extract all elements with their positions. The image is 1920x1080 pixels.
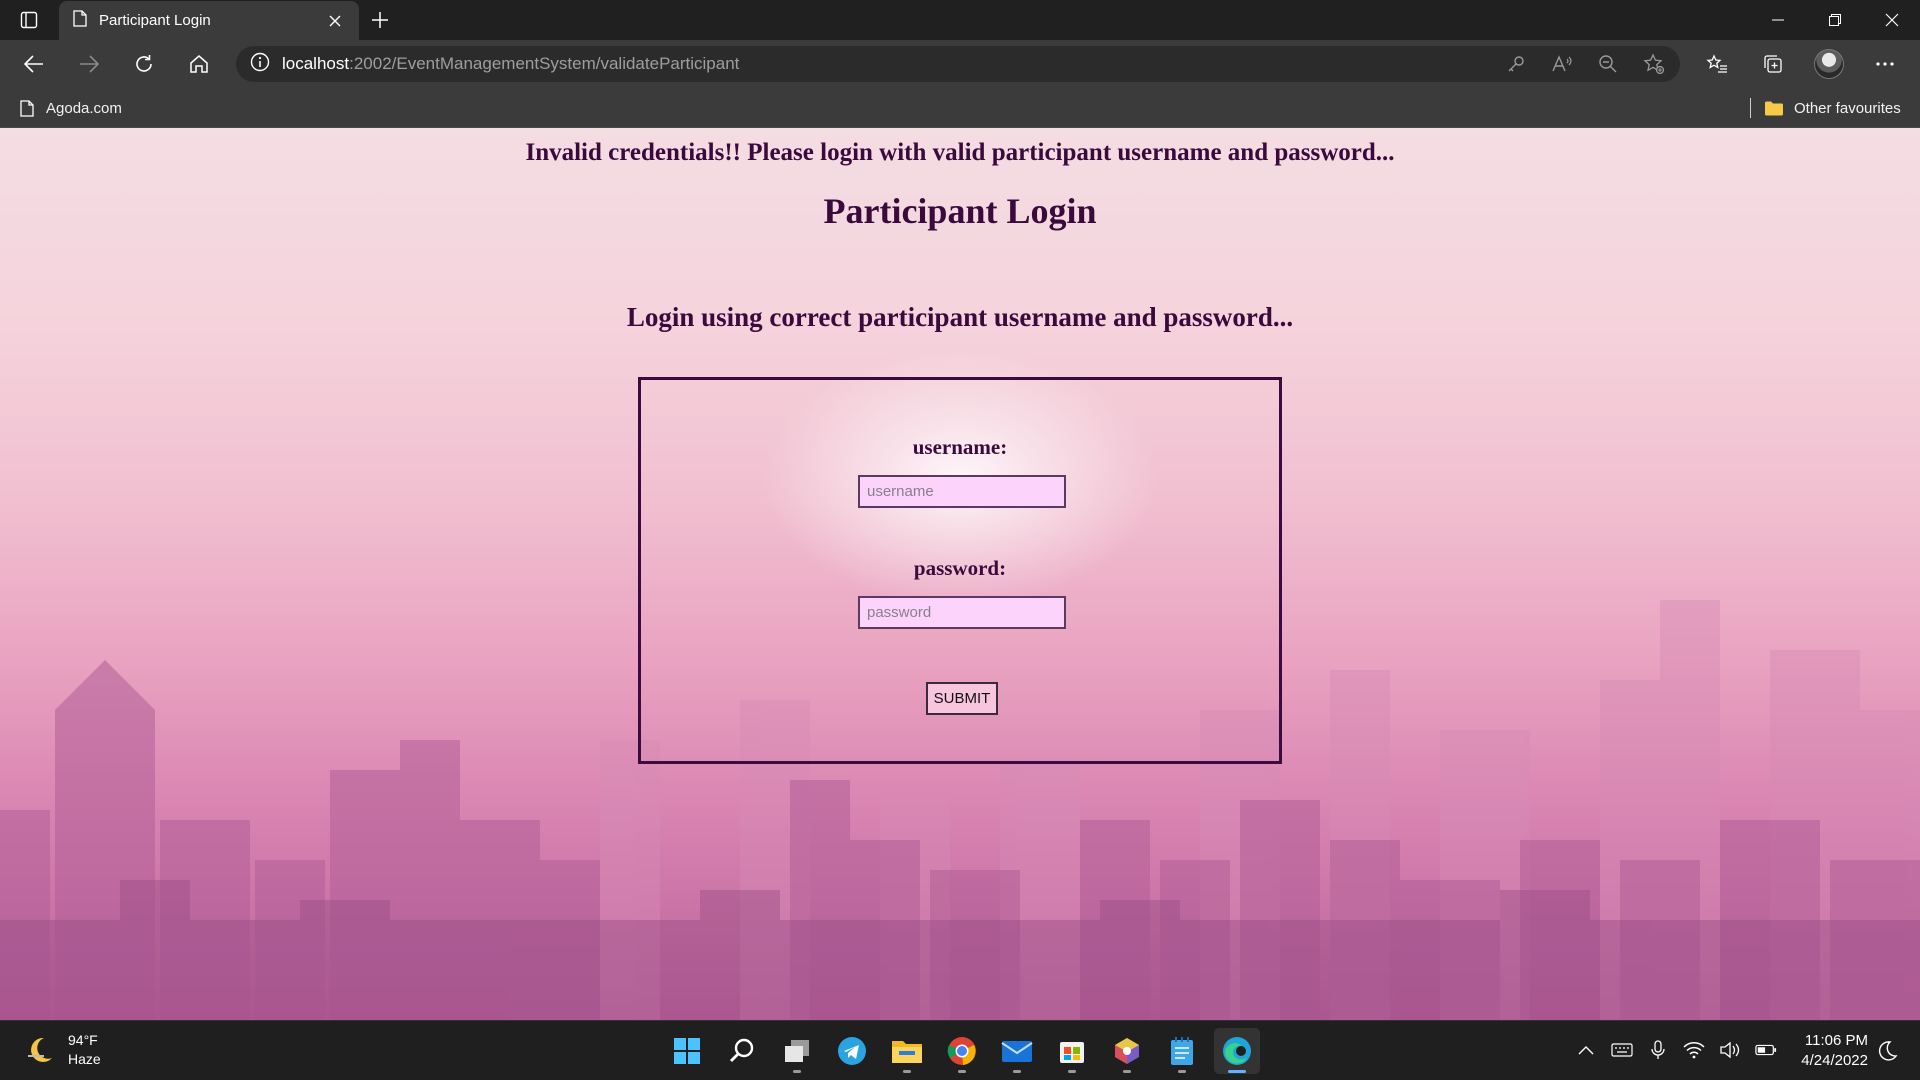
favourite-agoda[interactable]: Agoda.com — [20, 96, 122, 120]
active-tab[interactable]: Participant Login — [59, 1, 359, 40]
browser-titlebar: Participant Login — [0, 0, 1920, 40]
url-path: :2002/EventManagementSystem/validatePart… — [349, 54, 740, 73]
edge-icon[interactable] — [1214, 1028, 1260, 1074]
system-clock[interactable]: 11:06 PM 4/24/2022 — [1790, 1031, 1868, 1071]
other-favourites[interactable]: Other favourites — [1764, 96, 1901, 120]
windows-taskbar: 94°F Haze 11:06 PM 4/24/2022 — [0, 1020, 1920, 1080]
login-instruction: Login using correct participant username… — [626, 302, 1294, 332]
taskbar-apps — [664, 1028, 1260, 1074]
favourites-list-icon[interactable] — [1694, 48, 1740, 80]
back-arrow-icon[interactable] — [16, 48, 52, 80]
url-text[interactable]: localhost:2002/EventManagementSystem/val… — [282, 54, 739, 74]
start-icon[interactable] — [664, 1028, 710, 1074]
login-page: Invalid credentials!! Please login with … — [0, 128, 1920, 1020]
battery-icon[interactable] — [1755, 1039, 1777, 1061]
task-view-icon[interactable] — [774, 1028, 820, 1074]
moon-icon — [28, 1037, 52, 1062]
read-aloud-icon[interactable] — [1546, 50, 1578, 78]
login-form: username: password: SUBMIT — [638, 377, 1282, 764]
chevron-up-icon[interactable] — [1575, 1039, 1597, 1061]
submit-button[interactable]: SUBMIT — [926, 682, 998, 715]
mail-icon[interactable] — [994, 1028, 1040, 1074]
restore-icon[interactable] — [1806, 0, 1863, 40]
store-icon[interactable] — [1049, 1028, 1095, 1074]
microphone-icon[interactable] — [1647, 1039, 1669, 1061]
page-icon — [73, 9, 87, 32]
address-bar[interactable]: localhost:2002/EventManagementSystem/val… — [236, 46, 1680, 82]
username-label: username: — [912, 435, 1008, 459]
favourite-label: Agoda.com — [46, 99, 122, 117]
add-favourite-star-icon[interactable] — [1638, 50, 1670, 78]
collections-icon[interactable] — [1750, 48, 1796, 80]
weather-desc: Haze — [68, 1051, 101, 1067]
zoom-out-icon[interactable] — [1592, 50, 1624, 78]
clock-date: 4/24/2022 — [1801, 1052, 1868, 1069]
telegram-icon[interactable] — [829, 1028, 875, 1074]
wifi-icon[interactable] — [1683, 1039, 1705, 1061]
weather-widget[interactable]: 94°F Haze — [24, 1031, 101, 1069]
focus-assist-moon-icon[interactable] — [1876, 1040, 1898, 1062]
tab-title: Participant Login — [99, 12, 211, 29]
volume-icon[interactable] — [1719, 1039, 1741, 1061]
error-message: Invalid credentials!! Please login with … — [525, 139, 1395, 166]
forward-arrow-icon[interactable] — [71, 48, 107, 80]
folder-icon — [1765, 101, 1783, 116]
close-window-icon[interactable] — [1863, 0, 1920, 40]
other-favourites-label: Other favourites — [1794, 99, 1901, 117]
notepad-icon[interactable] — [1159, 1028, 1205, 1074]
search-icon[interactable] — [719, 1028, 765, 1074]
browser-toolbar: localhost:2002/EventManagementSystem/val… — [0, 40, 1920, 88]
file-explorer-icon[interactable] — [884, 1028, 930, 1074]
page-icon — [20, 99, 34, 117]
password-input[interactable] — [858, 596, 1066, 629]
page-viewport: Invalid credentials!! Please login with … — [0, 128, 1920, 1020]
password-label: password: — [913, 556, 1007, 580]
more-menu-icon[interactable] — [1862, 48, 1908, 80]
refresh-icon[interactable] — [126, 48, 162, 80]
weather-temp: 94°F — [68, 1032, 98, 1048]
tab-actions-menu-icon[interactable] — [14, 8, 44, 32]
dev-app-icon[interactable] — [1104, 1028, 1150, 1074]
home-icon[interactable] — [181, 48, 217, 80]
new-tab-button[interactable] — [365, 6, 395, 34]
favourites-divider — [1750, 98, 1751, 118]
password-key-icon[interactable] — [1500, 50, 1532, 78]
clock-time: 11:06 PM — [1804, 1032, 1868, 1049]
url-host: localhost — [282, 54, 350, 73]
keyboard-icon[interactable] — [1611, 1039, 1633, 1061]
username-input[interactable] — [858, 475, 1066, 508]
window-controls — [1749, 0, 1920, 40]
profile-avatar[interactable] — [1806, 48, 1852, 80]
minimize-icon[interactable] — [1749, 0, 1806, 40]
chrome-icon[interactable] — [939, 1028, 985, 1074]
close-tab-icon[interactable] — [325, 11, 345, 31]
page-title: Participant Login — [823, 191, 1097, 231]
info-icon[interactable] — [250, 52, 270, 77]
favourites-bar: Agoda.com Other favourites — [0, 88, 1920, 128]
system-tray — [1575, 1039, 1777, 1061]
